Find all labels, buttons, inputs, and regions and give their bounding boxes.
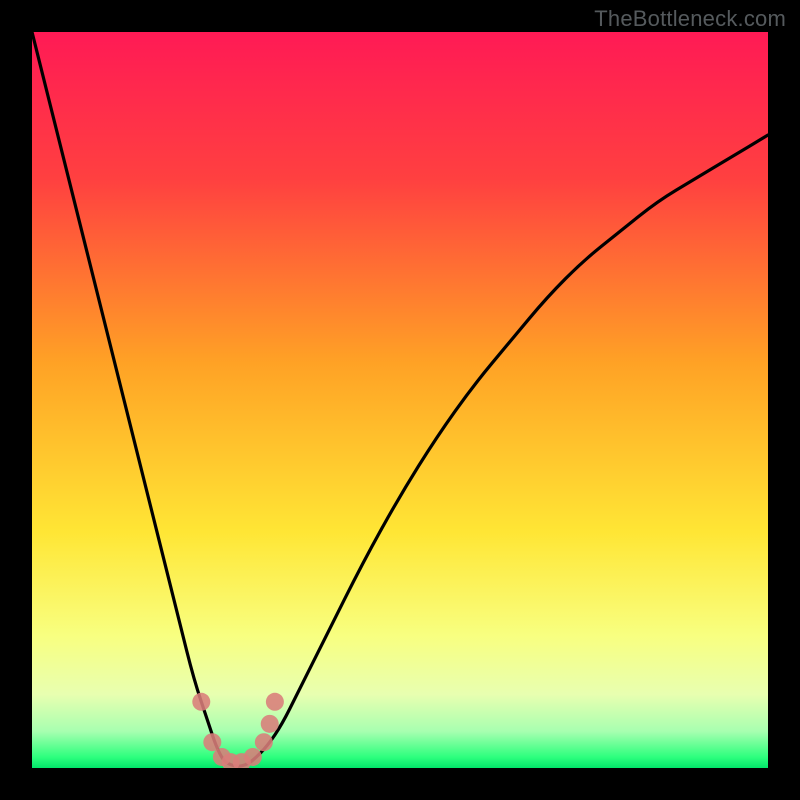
curve-marker [192,693,210,711]
curve-marker [266,693,284,711]
chart-frame: TheBottleneck.com [0,0,800,800]
curve-marker [203,733,221,751]
watermark-text: TheBottleneck.com [594,6,786,32]
gradient-background [32,32,768,768]
curve-marker [261,715,279,733]
chart-svg [32,32,768,768]
plot-area [32,32,768,768]
curve-marker [255,733,273,751]
curve-marker [244,748,262,766]
